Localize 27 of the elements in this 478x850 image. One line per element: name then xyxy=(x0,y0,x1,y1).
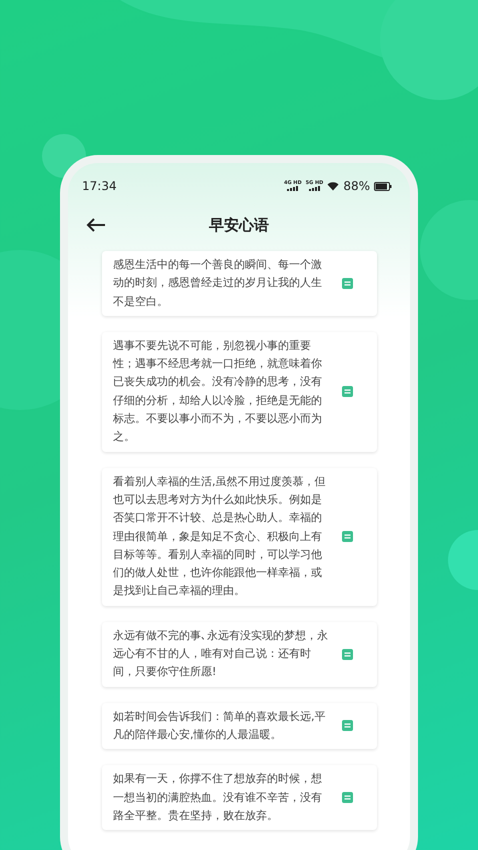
quote-card[interactable]: 遇事不要先说不可能，别忽视小事的重要性；遇事不经思考就一口拒绝，就意味着你已丧失成功的机会。没有冷静的思考，没有仔细的分析，却给人以冷脸，拒绝是无能的标志。不要以事小而不为，不要以恶小而为之。 xyxy=(102,332,377,452)
quote-text: 如果有一天，你撑不住了想放弃的时候，想一想当初的满腔热血。没有谁不辛苦，没有路全平整。贵在坚持，败在放弃。 xyxy=(113,771,323,824)
wifi-icon xyxy=(327,181,340,191)
quote-text: 永远有做不完的事､永远有没实现的梦想，永远心有不甘的人，唯有对自己说：还有时间，只要你守住所愿! xyxy=(113,628,329,680)
quote-text: 遇事不要先说不可能，别忽视小事的重要性；遇事不经思考就一口拒绝，就意味着你已丧失成功的机会。没有冷静的思考，没有仔细的分析，却给人以冷脸，拒绝是无能的标志。不要以事小而不为，不要以恶小而为之。 xyxy=(113,338,323,446)
quote-card[interactable]: 看着别人幸福的生活,虽然不用过度羡慕，但也可以去思考对方为什么如此快乐。例如是否笑口常开不计较、总是热心助人。幸福的理由很简单，象是知足不贪心、积极向上有目标等等。看别人幸福的同时，可以学习他们的做人处世，也许你能跟他一样幸福，或是找到让自己幸福的理由。 xyxy=(102,468,377,606)
quote-card[interactable]: 感恩生活中的每一个善良的瞬间、每一个激动的时刻，感恩曾经走过的岁月让我的人生不是空白。 xyxy=(102,251,377,316)
battery-percent: 88% xyxy=(343,178,370,195)
copy-icon[interactable] xyxy=(342,648,353,660)
status-time: 17:34 xyxy=(82,178,117,195)
copy-icon[interactable] xyxy=(342,531,353,542)
quote-card[interactable]: 如若时间会告诉我们：简单的喜欢最长远,平凡的陪伴最心安,懂你的人最温暖。 xyxy=(102,702,377,750)
quote-text: 看着别人幸福的生活,虽然不用过度羡慕，但也可以去思考对方为什么如此快乐。例如是否笑口常开不计较、总是热心助人。幸福的理由很简单，象是知足不贪心、积极向上有目标等等。看别人幸福的同时，可以学习他们的做人处世，也许你能跟他一样幸福，或是找到让自己幸福的理由。 xyxy=(113,474,326,600)
copy-icon[interactable] xyxy=(342,386,353,398)
battery-icon xyxy=(374,182,392,190)
background-bubble xyxy=(448,530,478,590)
page-title: 早安心语 xyxy=(209,214,269,236)
back-arrow-icon[interactable] xyxy=(86,218,106,232)
copy-icon[interactable] xyxy=(342,792,353,804)
copy-icon[interactable] xyxy=(342,278,353,289)
quote-card[interactable]: 永远有做不完的事､永远有没实现的梦想，永远心有不甘的人，唯有对自己说：还有时间，只要你守住所愿! xyxy=(102,622,377,687)
quote-text: 感恩生活中的每一个善良的瞬间、每一个激动的时刻，感恩曾经走过的岁月让我的人生不是空白。 xyxy=(113,257,323,310)
copy-icon[interactable] xyxy=(342,720,353,732)
quote-text: 如若时间会告诉我们：简单的喜欢最长远,平凡的陪伴最心安,懂你的人最温暖。 xyxy=(113,708,326,743)
signal-icon xyxy=(287,186,298,191)
quote-card[interactable]: 如果有一天，你撑不住了想放弃的时候，想一想当初的满腔热血。没有谁不辛苦，没有路全平整。贵在坚持，败在放弃。 xyxy=(102,765,377,830)
signal-icon xyxy=(308,186,320,191)
